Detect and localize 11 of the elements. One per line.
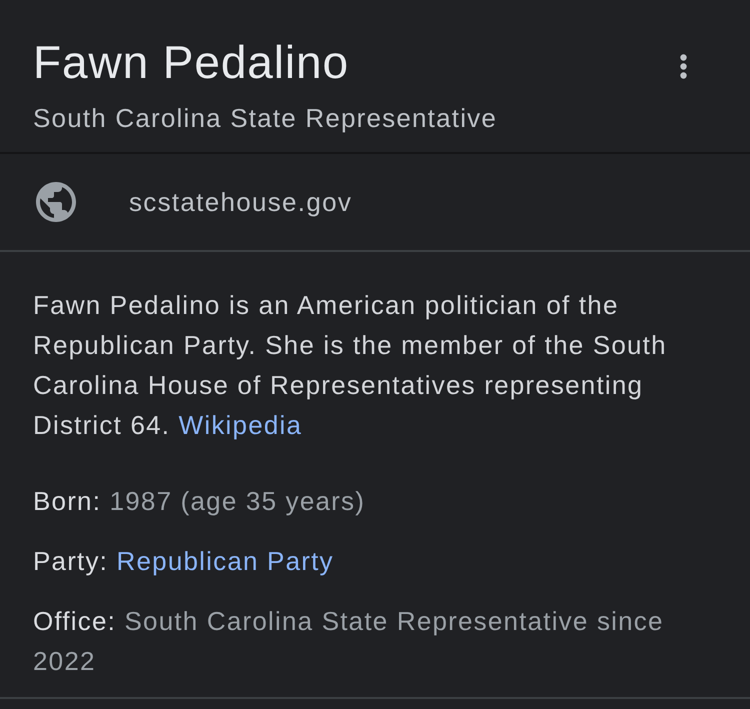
person-name: Fawn Pedalino [33,35,350,90]
description-text: Fawn Pedalino is an American politician of the Republican Party. She is the member of the South Carolina House of Representatives representing District 64. Wikipedia [33,289,668,442]
person-role: South Carolina State Representative [33,103,498,133]
party-link[interactable]: Republican Party [116,546,334,576]
fact-text: Office: South Carolina State Representative since 2022 [33,605,665,678]
fact-text: Born: 1987 (age 35 years) [33,485,366,518]
wikipedia-link[interactable]: Wikipedia [178,410,302,440]
more-options-icon [680,54,686,78]
website-link[interactable]: scstatehouse.gov [129,186,352,218]
fact-text: Party: Republican Party [33,545,335,578]
globe-icon [36,182,76,222]
